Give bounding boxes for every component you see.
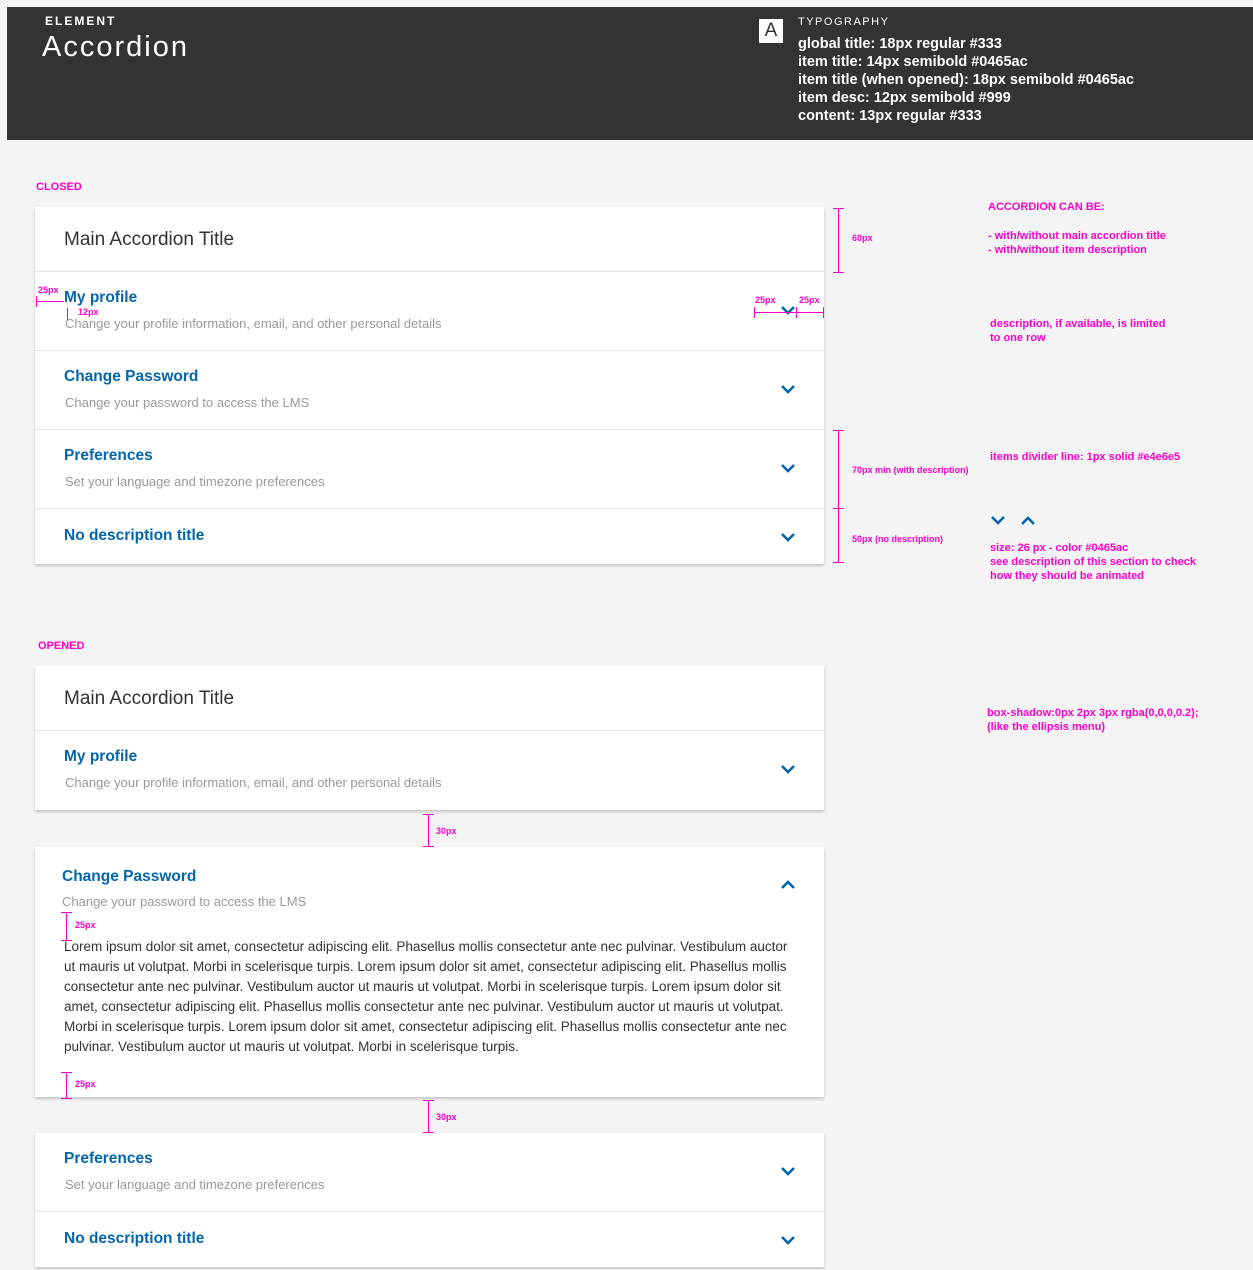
note-desc-limit: to one row [990,332,1046,344]
typography-line: content: 13px regular #333 [798,108,982,124]
accordion-main-title: Main Accordion Title [35,207,824,272]
accordion-item-my-profile[interactable]: My profile Change your profile informati… [35,272,824,351]
accordion-item-preferences[interactable]: Preferences Set your language and timezo… [35,1133,824,1212]
dim-label-12: 12px [78,307,99,317]
accordion-item-desc: Change your profile information, email, … [65,775,442,790]
note-desc-limit: description, if available, is limited [990,318,1166,330]
accordion-item-header[interactable]: Change Password Change your password to … [35,847,824,937]
accordion-closed: Main Accordion Title My profile Change y… [35,207,824,564]
dimension-tick [36,296,37,307]
accordion-item-title: No description title [64,1230,205,1247]
chevron-down-icon[interactable] [779,531,797,543]
dimension-tick [833,430,844,431]
accordion-item-no-description[interactable]: No description title [35,1212,824,1267]
dimension-line [838,430,839,562]
chevron-down-icon[interactable] [779,462,797,474]
typography-spec-list: global title: 18px regular #333 item tit… [798,35,1134,125]
chevron-down-icon[interactable] [779,1165,797,1177]
dimension-tick [823,307,824,318]
accordion-item-preferences[interactable]: Preferences Set your language and timezo… [35,430,824,509]
dimension-tick [833,562,844,563]
typography-badge-icon: A [759,19,783,43]
opened-section-label: OPENED [38,640,85,652]
note-divider: items divider line: 1px solid #e4e6e5 [990,451,1181,463]
note-icon-spec: how they should be animated [990,570,1145,582]
dim-label-50: 50px (no description) [852,534,944,544]
dim-label-60: 60px [852,233,873,243]
accordion-item-desc: Set your language and timezone preferenc… [65,474,325,489]
dimension-tick [423,814,434,815]
closed-section-label: CLOSED [36,181,82,193]
dimension-tick [833,272,844,273]
accordion-item-content: Lorem ipsum dolor sit amet, consectetur … [64,939,788,1054]
note-shadow: box-shadow:0px 2px 3px rgba(0,0,0,0.2); [987,707,1199,719]
dimension-tick [423,1100,434,1101]
accordion-item-my-profile[interactable]: My profile Change your profile informati… [35,731,824,810]
note-icon-spec: size: 26 px - color #0465ac [990,542,1129,554]
chevron-down-icon [990,513,1006,531]
header-title: Accordion [42,31,189,63]
accordion-item-title: Preferences [64,1150,153,1167]
spec-header: ELEMENT Accordion A TYPOGRAPHY global ti… [7,7,1253,140]
dim-label-30: 30px [436,1112,457,1122]
typography-line: item title (when opened): 18px semibold … [798,72,1135,88]
typography-label: TYPOGRAPHY [798,16,890,28]
dim-label-25: 25px [75,1079,96,1089]
dimension-line [66,912,67,940]
dim-label-25: 25px [755,295,776,305]
dimension-line [66,1072,67,1098]
dimension-tick [796,307,797,318]
dimension-line [754,312,824,313]
dimension-tick [61,940,72,941]
dimension-tick [61,1098,72,1099]
header-eyebrow: ELEMENT [45,14,117,28]
accordion-item-title: No description title [64,527,205,544]
accordion-item-title: My profile [64,748,138,765]
dimension-tick [833,208,844,209]
accordion-item-desc: Change your profile information, email, … [65,316,442,331]
note-can-be-line: - with/without item description [988,244,1147,256]
chevron-up-icon[interactable] [779,878,797,896]
accordion-item-no-description[interactable]: No description title [35,509,824,564]
chevron-down-icon[interactable] [779,763,797,775]
note-shadow: (like the ellipsis menu) [987,721,1105,733]
dim-label-25: 25px [38,285,59,295]
chevron-down-icon[interactable] [779,383,797,395]
chevron-down-icon[interactable] [779,1234,797,1246]
accordion-item-change-password-expanded: Change Password Change your password to … [35,847,824,1097]
accordion-opened-group-1: Main Accordion Title My profile Change y… [35,666,824,810]
typography-line: global title: 18px regular #333 [798,36,1002,52]
accordion-item-title: Preferences [64,447,153,464]
accordion-item-desc: Change your password to access the LMS [62,894,307,909]
note-can-be-title: ACCORDION CAN BE: [988,201,1105,213]
dimension-tick [61,912,72,913]
dim-label-25: 25px [75,920,96,930]
dimension-tick [754,307,755,318]
dim-label-25: 25px [799,295,820,305]
chevron-down-icon[interactable] [779,304,797,316]
dimension-line [838,208,839,272]
dimension-line [428,814,429,846]
accordion-main-title: Main Accordion Title [35,666,824,731]
dimension-line [67,308,68,320]
accordion-item-desc: Change your password to access the LMS [65,395,310,410]
note-icon-spec: see description of this section to check [990,556,1196,568]
accordion-item-title: My profile [64,289,138,306]
accordion-opened-group-2: Preferences Set your language and timezo… [35,1133,824,1267]
dimension-tick [833,508,844,509]
dimension-line [428,1100,429,1132]
chevron-up-icon [1020,513,1036,531]
typography-line: item title: 14px semibold #0465ac [798,54,1028,70]
accordion-item-desc: Set your language and timezone preferenc… [65,1177,325,1192]
dimension-tick [61,1072,72,1073]
accordion-item-title: Change Password [64,368,199,385]
dim-label-30: 30px [436,826,457,836]
accordion-item-title: Change Password [62,868,197,885]
note-can-be-line: - with/without main accordion title [988,230,1166,242]
typography-line: item desc: 12px semibold #999 [798,90,1011,106]
dimension-line [36,301,64,302]
dim-label-70: 70px min (with description) [852,465,969,475]
accordion-item-change-password[interactable]: Change Password Change your password to … [35,351,824,430]
